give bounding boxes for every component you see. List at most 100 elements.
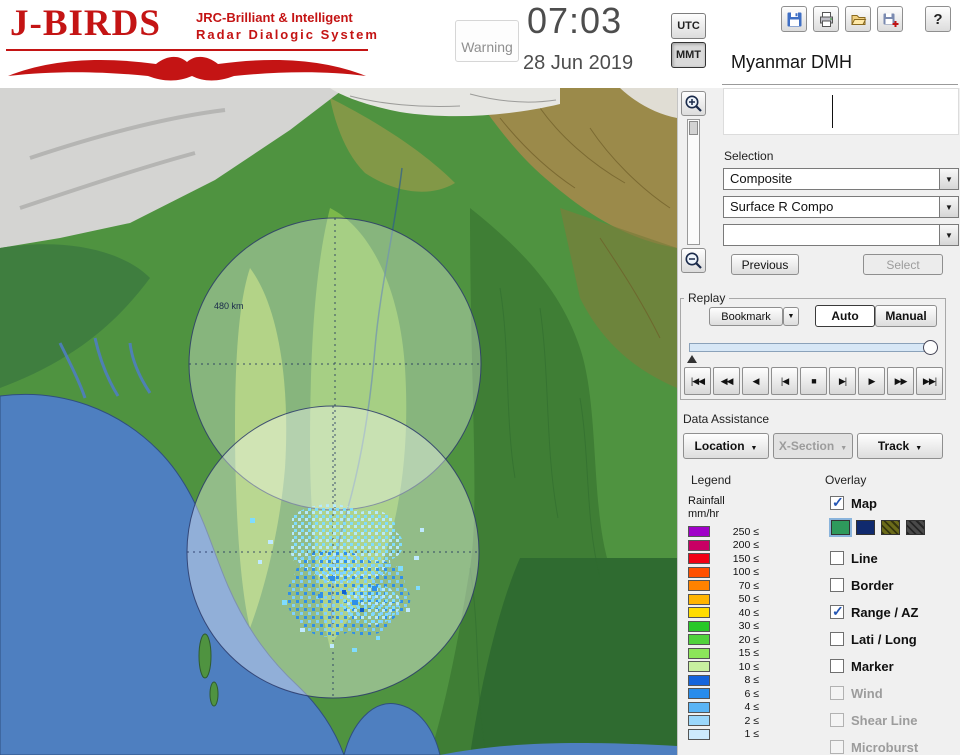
auto-mode-button[interactable]: Auto <box>815 305 875 327</box>
legend-color-swatch <box>688 607 710 619</box>
station-list-box[interactable] <box>723 88 959 135</box>
save-button[interactable] <box>781 6 807 32</box>
overlay-checkbox-wind[interactable]: Wind <box>830 684 883 702</box>
overlay-checkbox-marker[interactable]: Marker <box>830 657 894 675</box>
map-color-swatch-olive[interactable] <box>881 520 900 535</box>
select-button[interactable]: Select <box>863 254 943 275</box>
print-icon <box>819 11 833 27</box>
manual-mode-button[interactable]: Manual <box>875 305 937 327</box>
overlay-checkbox-shear-line[interactable]: Shear Line <box>830 711 917 729</box>
legend-row: 4 ≤ <box>688 701 759 715</box>
station-name: Myanmar DMH <box>731 52 853 72</box>
help-button[interactable]: ? <box>925 6 951 32</box>
zoom-out-button[interactable] <box>681 248 706 273</box>
map-color-swatch-gray[interactable] <box>906 520 925 535</box>
legend-row: 250 ≤ <box>688 525 759 539</box>
overlay-checkbox-border[interactable]: Border <box>830 576 894 594</box>
time-slider[interactable] <box>687 340 938 363</box>
logo-divider <box>6 49 368 51</box>
product-type-combo[interactable]: Composite ▼ <box>723 168 959 190</box>
bookmark-dropdown-button[interactable]: ▼ <box>783 307 799 326</box>
checkbox-icon <box>830 632 844 646</box>
checkbox-icon <box>830 578 844 592</box>
legend-value: 50 ≤ <box>738 593 759 606</box>
legend-value: 8 ≤ <box>744 674 759 687</box>
overlay-checkbox-range-az[interactable]: Range / AZ <box>830 603 918 621</box>
legend-unit-line1: Rainfall <box>688 495 725 507</box>
zoom-out-icon <box>685 252 702 269</box>
legend-color-swatch <box>688 634 710 646</box>
transport-stop-button[interactable]: ■ <box>800 367 827 395</box>
overlay-checkbox-microburst[interactable]: Microburst <box>830 738 918 755</box>
location-button[interactable]: Location ▼ <box>683 433 769 459</box>
zoom-slider[interactable] <box>687 119 700 245</box>
product-option-value <box>723 224 939 246</box>
xsection-button[interactable]: X-Section ▼ <box>773 433 853 459</box>
checkbox-icon <box>830 603 844 620</box>
legend-row: 70 ≤ <box>688 579 759 593</box>
legend-scale: 250 ≤ 200 ≤ 150 ≤ 100 ≤ 70 ≤ 50 ≤ 40 ≤ 3… <box>688 525 759 741</box>
legend-color-swatch <box>688 566 710 578</box>
previous-button[interactable]: Previous <box>731 254 799 275</box>
legend-row: 150 ≤ <box>688 552 759 566</box>
save-icon <box>787 12 801 26</box>
chevron-down-icon[interactable]: ▼ <box>939 224 959 246</box>
timezone-toggle: UTC MMT <box>671 13 707 71</box>
legend-row: 50 ≤ <box>688 593 759 607</box>
transport-step-back-button[interactable]: |◀ <box>771 367 798 395</box>
utc-button[interactable]: UTC <box>671 13 706 39</box>
radar-map-canvas[interactable]: 480 km <box>0 88 677 755</box>
chevron-down-icon[interactable]: ▼ <box>939 196 959 218</box>
time-slider-thumb[interactable] <box>923 340 938 355</box>
transport-fast-rewind-button[interactable]: ◀◀ <box>713 367 740 395</box>
replay-group: Replay Bookmark ▼ Auto Manual |◀◀ ◀◀ ◀ |… <box>680 291 946 400</box>
map-color-swatch-green[interactable] <box>829 518 852 537</box>
legend-value: 30 ≤ <box>738 620 759 633</box>
clock-date: 28 Jun 2019 <box>523 52 634 74</box>
product-name-value: Surface R Compo <box>723 196 939 218</box>
legend-row: 20 ≤ <box>688 633 759 647</box>
transport-reverse-button[interactable]: ◀ <box>742 367 769 395</box>
header-toolbar: ? <box>781 6 951 32</box>
legend-value: 2 ≤ <box>744 714 759 727</box>
app-logo-subtitle-2: Radar Dialogic System <box>196 27 379 42</box>
transport-fast-forward-button[interactable]: ▶▶ <box>887 367 914 395</box>
open-folder-button[interactable] <box>845 6 871 32</box>
legend-color-swatch <box>688 593 710 605</box>
mmt-button[interactable]: MMT <box>671 42 706 68</box>
bookmark-button[interactable]: Bookmark <box>709 307 783 326</box>
legend-color-swatch <box>688 526 710 538</box>
zoom-in-button[interactable] <box>681 91 706 116</box>
jbirds-app: J-BIRDS JRC-Brilliant & Intelligent Rada… <box>0 0 960 755</box>
radar-map[interactable]: 480 km <box>0 88 677 755</box>
checkbox-icon <box>830 551 844 565</box>
legend-title: Legend <box>691 473 732 487</box>
zoom-slider-thumb[interactable] <box>689 121 698 135</box>
transport-skip-end-button[interactable]: ▶▶| <box>916 367 943 395</box>
legend-value: 6 ≤ <box>744 687 759 700</box>
transport-step-forward-button[interactable]: ▶| <box>829 367 856 395</box>
print-button[interactable] <box>813 6 839 32</box>
transport-play-button[interactable]: ▶ <box>858 367 885 395</box>
product-name-combo[interactable]: Surface R Compo ▼ <box>723 196 959 218</box>
app-logo-subtitle-1: JRC-Brilliant & Intelligent <box>196 10 353 25</box>
overlay-title: Overlay <box>825 473 867 487</box>
track-button[interactable]: Track ▼ <box>857 433 943 459</box>
chevron-down-icon: ▼ <box>915 445 923 452</box>
warning-button[interactable]: Warning <box>455 20 519 62</box>
map-color-swatch-navy[interactable] <box>856 520 875 535</box>
legend-color-swatch <box>688 688 710 700</box>
overlay-checkbox-line[interactable]: Line <box>830 549 878 567</box>
legend-row: 200 ≤ <box>688 539 759 553</box>
legend-row: 40 ≤ <box>688 606 759 620</box>
overlay-checkbox-map[interactable]: Map <box>830 494 877 512</box>
legend-color-swatch <box>688 553 710 565</box>
overlay-checkbox-lati-long[interactable]: Lati / Long <box>830 630 917 648</box>
chevron-down-icon[interactable]: ▼ <box>939 168 959 190</box>
transport-skip-start-button[interactable]: |◀◀ <box>684 367 711 395</box>
save-as-button[interactable] <box>877 6 903 32</box>
legend-row: 6 ≤ <box>688 687 759 701</box>
legend-value: 250 ≤ <box>732 525 759 538</box>
product-option-combo[interactable]: ▼ <box>723 224 959 246</box>
app-logo-title: J-BIRDS <box>10 3 161 44</box>
